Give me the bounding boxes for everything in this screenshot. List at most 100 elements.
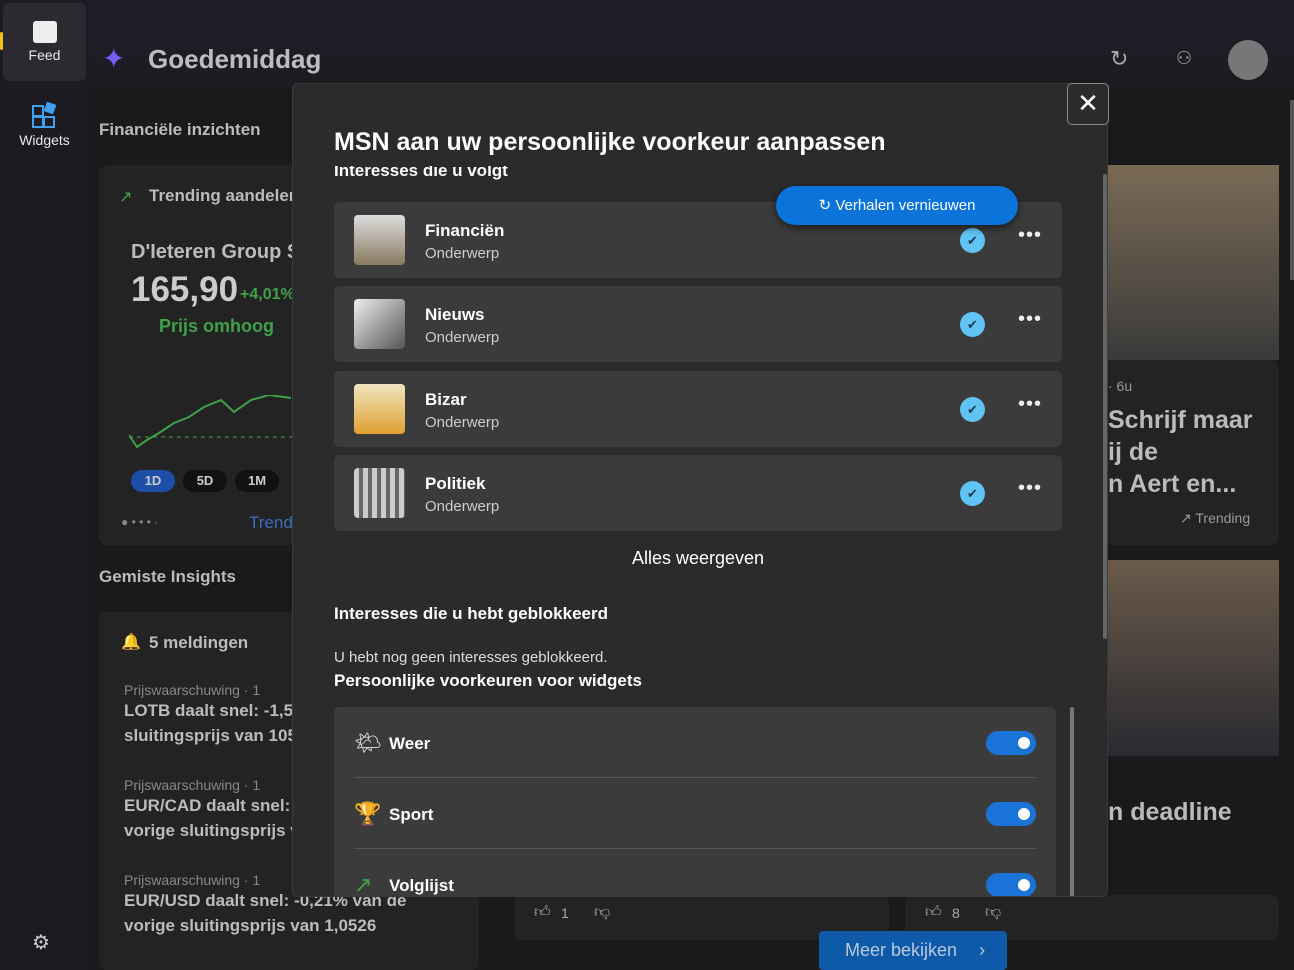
msn-logo-icon: ✦ [102, 43, 126, 74]
topic-name: Politiek [425, 474, 486, 493]
range-5d[interactable]: 5D [183, 470, 227, 492]
topic-thumbnail [354, 468, 405, 518]
refresh-stories-label: Verhalen vernieuwen [835, 197, 976, 214]
widgets-heading: Persoonlijke voorkeuren voor widgets [334, 671, 642, 690]
dialog-scrollbar[interactable] [1103, 174, 1107, 639]
widget-name: Sport [389, 805, 434, 824]
topic-type: Onderwerp [425, 498, 500, 515]
blocked-heading: Interesses die u hebt geblokkeerd [334, 604, 608, 623]
topic-card[interactable]: Bizar Onderwerp ✔ ••• [334, 371, 1062, 447]
news-headline[interactable]: n deadline [1108, 798, 1232, 827]
alerts-count: 5 meldingen [149, 633, 249, 652]
topic-name: Financiën [425, 221, 505, 240]
checkmark-icon[interactable]: ✔ [960, 481, 985, 506]
refresh-icon[interactable]: ↻ [1110, 46, 1128, 72]
weather-toggle[interactable] [986, 731, 1036, 755]
stock-status: Prijs omhoog [159, 316, 275, 336]
nav-feed-label: Feed [28, 47, 61, 63]
trophy-icon: 🏆 [354, 801, 382, 826]
topic-thumbnail [354, 299, 405, 349]
widget-pref-watchlist: ↗ Volglijst [354, 849, 1036, 897]
like-count: 1 [561, 905, 569, 921]
like-count: 8 [952, 905, 960, 921]
widget-preferences-list: 🌤 Weer 🏆 Sport ↗ Volglijst [334, 707, 1056, 897]
widgets-scrollbar[interactable] [1070, 707, 1074, 896]
more-options-icon[interactable]: ••• [1018, 308, 1042, 331]
checkmark-icon[interactable]: ✔ [960, 397, 985, 422]
refresh-stories-button[interactable]: ↻ Verhalen vernieuwen [776, 186, 1018, 225]
stock-change: +4,01% [240, 286, 295, 303]
followed-heading: Interesses die u volgt [334, 166, 508, 180]
see-more-label: Meer bekijken [845, 940, 958, 960]
blocked-empty-text: U hebt nog geen interesses geblokkeerd. [334, 649, 608, 666]
news-card[interactable]: · 6u Schrijf maar ij de n Aert en... ↗ Tre… [1100, 360, 1279, 545]
more-options-icon[interactable]: ••• [1018, 393, 1042, 416]
nav-widgets[interactable]: Widgets [3, 88, 86, 166]
more-options-icon[interactable]: ••• [1018, 224, 1042, 247]
widget-pref-weather: 🌤 Weer [354, 707, 1036, 777]
stock-sparkline [129, 395, 299, 449]
settings-icon[interactable]: ⚙ [32, 930, 50, 955]
topic-thumbnail [354, 215, 405, 265]
trending-link[interactable]: Trend [249, 513, 293, 533]
news-headline: n Aert en... [1108, 470, 1237, 498]
thumbs-up-icon[interactable]: 👍︎ [534, 903, 551, 922]
bell-icon: 🔔 [121, 634, 141, 651]
weather-icon: 🌤 [354, 730, 382, 755]
watchlist-toggle[interactable] [986, 873, 1036, 896]
alert-line: vorige sluitingsprijs van 1,0526 [124, 916, 377, 935]
range-1d[interactable]: 1D [131, 470, 175, 492]
topic-type: Onderwerp [425, 329, 500, 346]
personalize-dialog: MSN aan uw persoonlijke voorkeur aanpass… [292, 83, 1108, 897]
range-1m[interactable]: 1M [235, 470, 279, 492]
carousel-dots[interactable]: ● • • • · [121, 515, 158, 529]
topic-type: Onderwerp [425, 245, 500, 262]
close-button[interactable]: ✕ [1067, 83, 1109, 125]
range-selector: 1D 5D 1M [131, 470, 287, 492]
left-nav: Feed Widgets ⚙ [0, 0, 88, 970]
nav-feed[interactable]: Feed [3, 3, 86, 81]
checkmark-icon[interactable]: ✔ [960, 228, 985, 253]
widget-name: Volglijst [389, 876, 454, 895]
more-options-icon[interactable]: ••• [1018, 477, 1042, 500]
topic-thumbnail [354, 384, 405, 434]
news-meta: · 6u [1108, 378, 1133, 394]
trending-stocks-card: ↗ Trending aandelen D'Ieteren Group S 16… [99, 165, 300, 545]
widget-pref-sport: 🏆 Sport [354, 778, 1036, 848]
rewards-icon[interactable]: ⚇ [1176, 48, 1192, 69]
show-all-link[interactable]: Alles weergeven [293, 548, 1103, 569]
stock-name[interactable]: D'Ieteren Group S [131, 241, 300, 264]
topic-name: Nieuws [425, 305, 485, 324]
trending-icon: ↗ [1180, 510, 1196, 526]
topic-name: Bizar [425, 390, 467, 409]
greeting: Goedemiddag [148, 44, 322, 74]
politics-news-image[interactable] [1100, 560, 1279, 756]
feed-icon [32, 21, 57, 43]
checkmark-icon[interactable]: ✔ [960, 312, 985, 337]
trending-title: Trending aandelen [149, 186, 300, 205]
topic-card[interactable]: Nieuws Onderwerp ✔ ••• [334, 286, 1062, 362]
widgets-icon [31, 102, 56, 128]
thumbs-up-icon[interactable]: 👍︎ [925, 903, 942, 922]
trending-up-icon: ↗ [354, 872, 373, 897]
page-scrollbar[interactable] [1290, 100, 1294, 280]
active-indicator [0, 32, 3, 50]
nav-widgets-label: Widgets [19, 132, 70, 148]
sport-toggle[interactable] [986, 802, 1036, 826]
topic-card[interactable]: Politiek Onderwerp ✔ ••• [334, 455, 1062, 531]
dialog-title: MSN aan uw persoonlijke voorkeur aanpass… [334, 128, 886, 156]
refresh-icon: ↻ [818, 197, 836, 214]
thumbs-down-icon[interactable]: 👎︎ [985, 903, 1001, 922]
thumbs-down-icon[interactable]: 👎︎ [594, 903, 610, 922]
cycling-news-image[interactable] [1100, 165, 1279, 360]
missed-insights-title: Gemiste Insights [99, 567, 236, 586]
trending-up-icon: ↗ [119, 189, 133, 206]
avatar[interactable] [1228, 40, 1268, 80]
news-headline: ij de [1108, 438, 1159, 466]
financial-insights-title: Financiële inzichten [99, 120, 261, 139]
trending-label: Trending [1195, 510, 1251, 526]
widget-name: Weer [389, 734, 431, 753]
news-headline: Schrijf maar [1108, 406, 1253, 434]
see-more-button[interactable]: Meer bekijken › [819, 931, 1007, 970]
stock-price: 165,90 [131, 270, 239, 309]
